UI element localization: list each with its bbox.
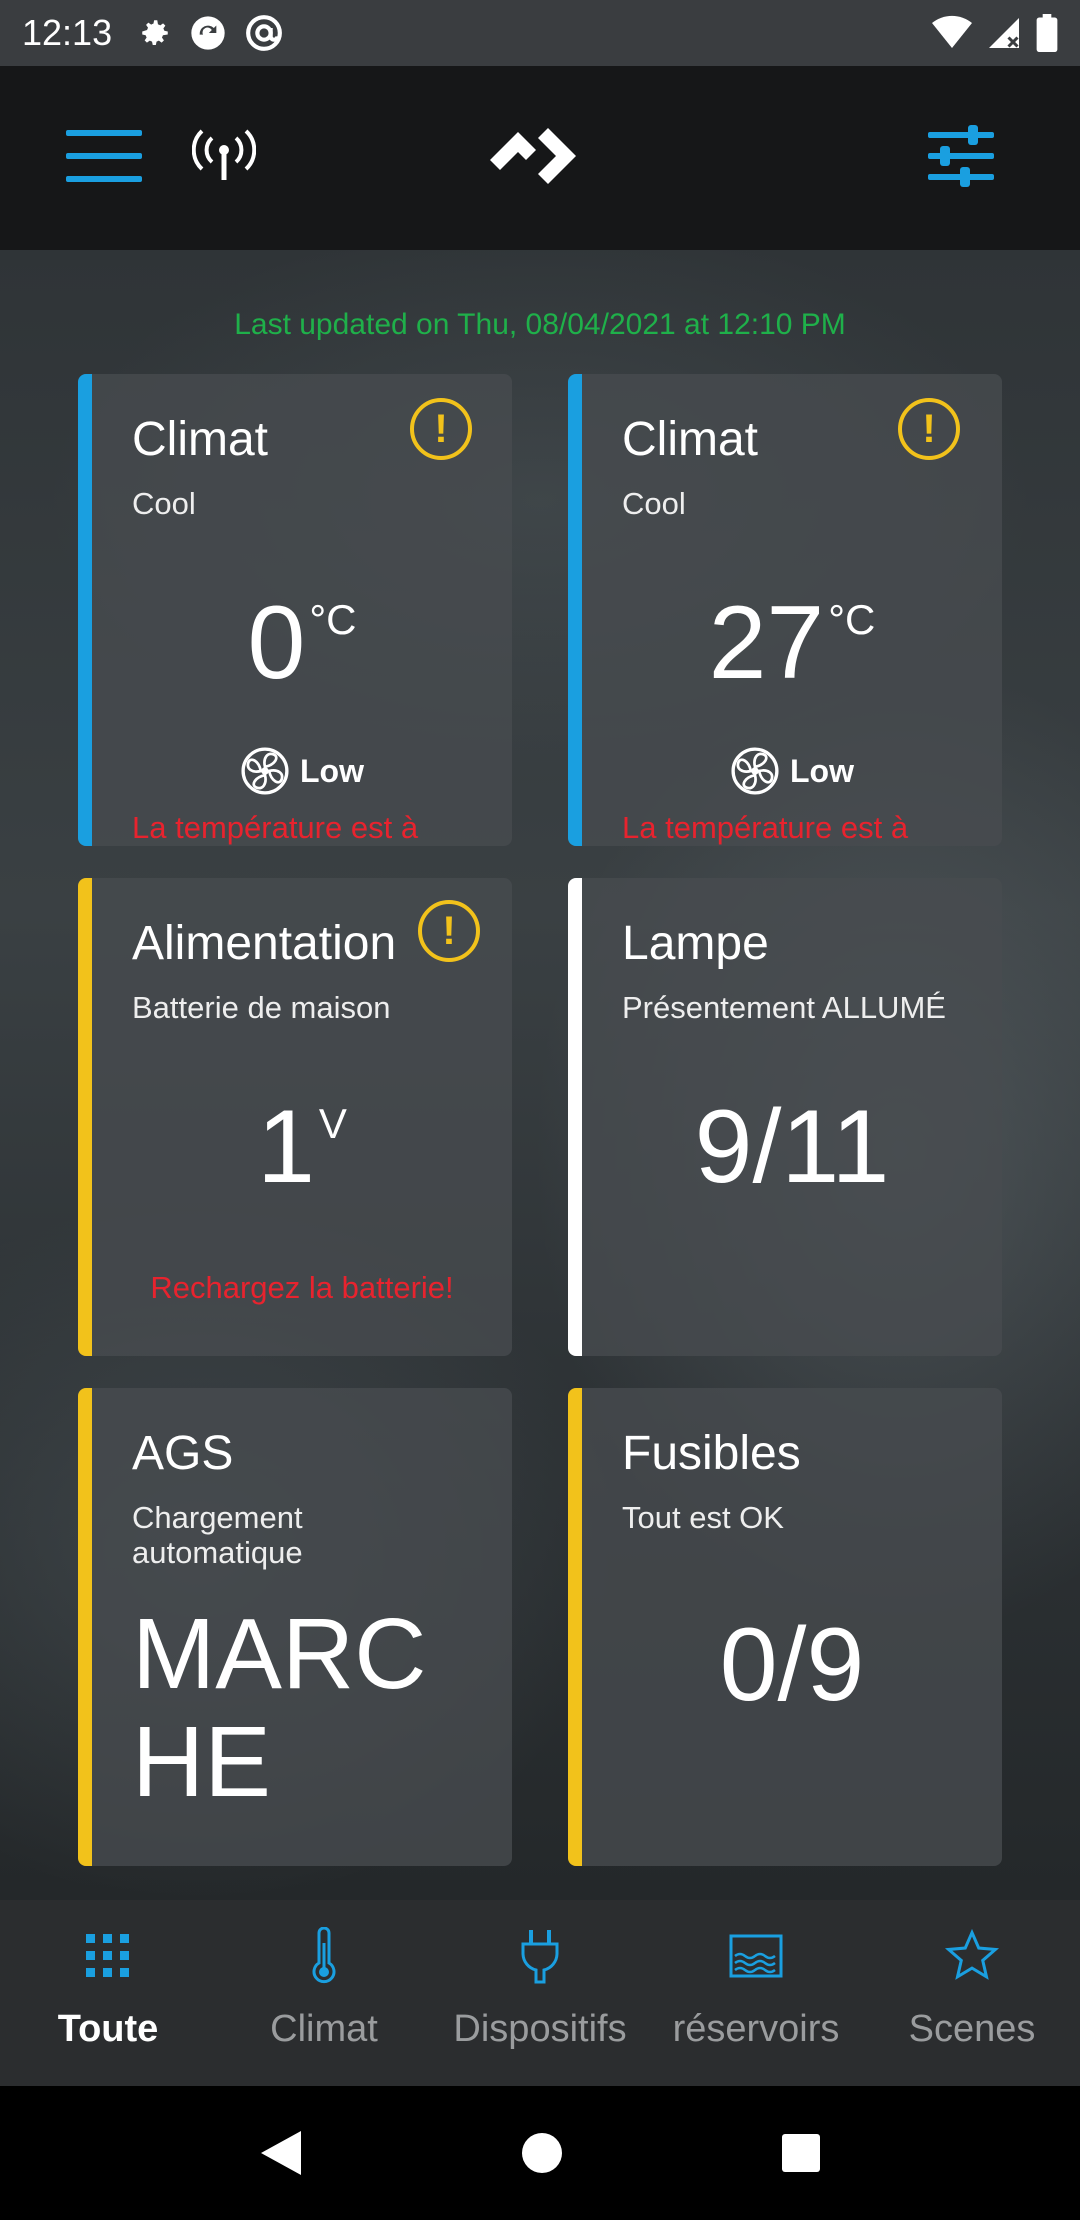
status-time: 12:13 (22, 12, 113, 53)
filter-sliders-icon[interactable] (928, 124, 994, 188)
battery-icon (1036, 14, 1058, 52)
plug-icon (521, 1930, 559, 1984)
ags-card[interactable]: AGS Chargement automatique MARC HE (78, 1388, 512, 1866)
recents-square-icon[interactable] (781, 2133, 821, 2173)
card-subtitle: Batterie de maison (132, 990, 391, 1025)
card-accent-bar (568, 878, 582, 1356)
temperature-number: 27 (708, 585, 825, 701)
card-accent-bar (568, 374, 582, 846)
nav-tab-label: réservoirs (672, 2008, 840, 2050)
climate-card-2[interactable]: Climat Cool ! 27°C Low La température es… (568, 374, 1002, 846)
card-title: Alimentation (132, 917, 397, 970)
card-subtitle: Présentement ALLUMÉ (622, 990, 946, 1025)
card-title: Lampe (622, 917, 769, 970)
nav-tab-tanks[interactable]: réservoirs (648, 1900, 864, 2086)
card-title: AGS (132, 1427, 234, 1480)
antenna-connection-icon[interactable] (192, 128, 256, 184)
lamp-card[interactable]: Lampe Présentement ALLUMÉ 9/11 (568, 878, 1002, 1356)
temperature-unit: °C (309, 596, 357, 643)
card-accent-bar (78, 374, 92, 846)
temperature-unit: °C (828, 596, 876, 643)
card-subtitle: Chargement automatique (132, 1500, 303, 1570)
temperature-value: 27°C (582, 584, 1002, 703)
settings-gear-icon (142, 20, 168, 46)
nav-tab-label: Scenes (908, 2008, 1036, 2050)
range-alert-text: La température est à l’extérieur de la p… (132, 810, 419, 845)
bottom-navigation: Toute Climat Dispositifs réservoirs Scen… (0, 1900, 1080, 2086)
ags-status-line1: MARC (132, 1598, 427, 1710)
system-navigation-bar (0, 2086, 1080, 2220)
tank-icon (729, 1934, 783, 1978)
card-subtitle: Cool (132, 486, 196, 521)
card-title: Climat (132, 413, 269, 466)
warning-icon[interactable]: ! (898, 398, 960, 460)
range-alert-text: La température est à l’extérieur de la p… (622, 810, 909, 845)
back-triangle-icon[interactable] (259, 2129, 303, 2177)
fan-speed: Low (92, 746, 512, 796)
nav-tab-label: Climat (270, 2008, 378, 2050)
voltage-value: 1V (92, 1088, 512, 1207)
at-app-icon (246, 15, 283, 51)
ags-status-value: MARC HE (132, 1600, 426, 1816)
thermometer-icon (312, 1927, 336, 1984)
status-bar: 12:13 (0, 0, 1080, 66)
fuses-count-value: 0/9 (719, 1607, 865, 1723)
nav-tab-scenes[interactable]: Scenes (864, 1900, 1080, 2086)
card-accent-bar (78, 878, 92, 1356)
fan-speed: Low (582, 746, 1002, 796)
card-subtitle: Cool (622, 486, 686, 521)
climate-card-1[interactable]: Climat Cool ! 0°C Low La température est… (78, 374, 512, 846)
card-accent-bar (78, 1388, 92, 1866)
card-title: Climat (622, 413, 759, 466)
card-accent-bar (568, 1388, 582, 1866)
grid-icon (86, 1934, 129, 1977)
sync-app-icon (191, 16, 225, 50)
warning-icon[interactable]: ! (410, 398, 472, 460)
nav-tab-label: Dispositifs (453, 2008, 627, 2050)
power-card[interactable]: Alimentation Batterie de maison ! 1V Rec… (78, 878, 512, 1356)
temperature-number: 0 (247, 585, 306, 701)
nav-tab-climate[interactable]: Climat (216, 1900, 432, 2086)
cell-signal-icon (989, 18, 1019, 48)
app-logo (490, 128, 576, 184)
star-icon (944, 1928, 1000, 1980)
voltage-unit: V (318, 1100, 347, 1147)
dashboard-content: Last updated on Thu, 08/04/2021 at 12:10… (0, 250, 1080, 1900)
card-title: Fusibles (622, 1427, 801, 1480)
ags-status-line2: HE (132, 1706, 271, 1818)
last-updated-text: Last updated on Thu, 08/04/2021 at 12:10… (234, 308, 846, 341)
fan-icon (731, 747, 779, 795)
wifi-icon (932, 15, 972, 49)
fan-speed-label: Low (300, 752, 364, 789)
fan-speed-label: Low (790, 752, 854, 789)
nav-tab-label: Toute (57, 2008, 159, 2050)
nav-tab-devices[interactable]: Dispositifs (432, 1900, 648, 2086)
card-subtitle: Tout est OK (622, 1500, 784, 1535)
nav-tab-all[interactable]: Toute (0, 1900, 216, 2086)
lamp-count-value: 9/11 (694, 1089, 890, 1205)
temperature-value: 0°C (92, 584, 512, 703)
fuses-card[interactable]: Fusibles Tout est OK 0/9 (568, 1388, 1002, 1866)
voltage-number: 1 (257, 1089, 315, 1205)
fan-icon (241, 747, 289, 795)
warning-icon[interactable]: ! (418, 900, 480, 962)
menu-hamburger-icon[interactable] (66, 128, 142, 184)
home-circle-icon[interactable] (520, 2131, 564, 2175)
app-header (0, 66, 1080, 250)
battery-alert-text: Rechargez la batterie! (150, 1270, 454, 1305)
